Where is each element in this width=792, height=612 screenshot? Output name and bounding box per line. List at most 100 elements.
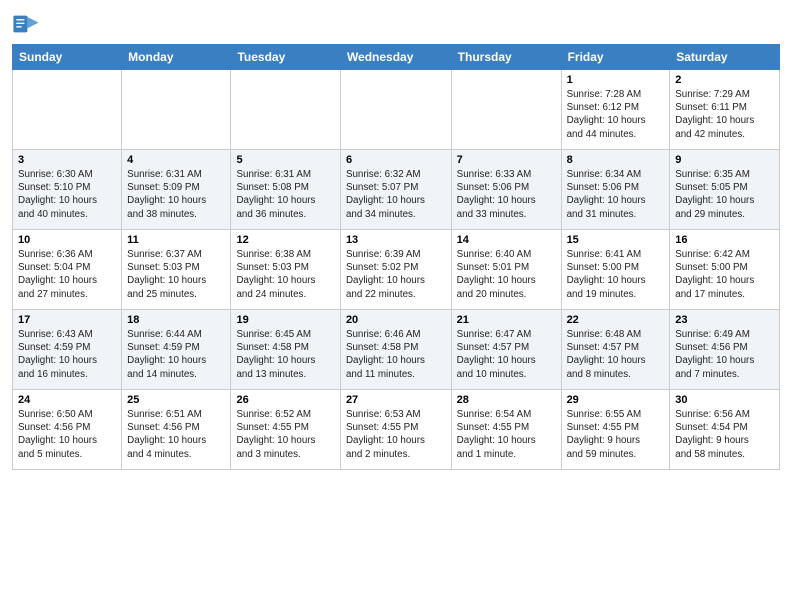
calendar-cell: 18 Sunrise: 6:44 AM Sunset: 4:59 PM Dayli… — [122, 310, 231, 390]
day-number: 19 — [236, 314, 334, 326]
day-info: Sunrise: 6:37 AM Sunset: 5:03 PM Dayligh… — [127, 248, 225, 301]
calendar-cell: 5 Sunrise: 6:31 AM Sunset: 5:08 PM Daylig… — [231, 150, 340, 230]
day-info: Sunrise: 6:35 AM Sunset: 5:05 PM Dayligh… — [675, 168, 774, 221]
calendar-cell: 23 Sunrise: 6:49 AM Sunset: 4:56 PM Dayli… — [670, 310, 780, 390]
day-number: 5 — [236, 154, 334, 166]
calendar-cell — [451, 70, 561, 150]
calendar-cell: 16 Sunrise: 6:42 AM Sunset: 5:00 PM Dayli… — [670, 230, 780, 310]
day-number: 10 — [18, 234, 116, 246]
calendar-cell: 28Sunrise: 6:54 AM Sunset: 4:55 PM Dayli… — [451, 390, 561, 470]
weekday-header: Saturday — [670, 45, 780, 70]
calendar-cell: 17Sunrise: 6:43 AM Sunset: 4:59 PM Dayli… — [13, 310, 122, 390]
calendar-cell: 14 Sunrise: 6:40 AM Sunset: 5:01 PM Dayli… — [451, 230, 561, 310]
calendar-cell: 19 Sunrise: 6:45 AM Sunset: 4:58 PM Dayli… — [231, 310, 340, 390]
calendar-cell: 2 Sunrise: 7:29 AM Sunset: 6:11 PM Daylig… — [670, 70, 780, 150]
logo — [12, 10, 44, 38]
day-number: 23 — [675, 314, 774, 326]
day-info: Sunrise: 7:29 AM Sunset: 6:11 PM Dayligh… — [675, 88, 774, 141]
calendar-week-row: 3 Sunrise: 6:30 AM Sunset: 5:10 PM Daylig… — [13, 150, 780, 230]
calendar-cell — [231, 70, 340, 150]
calendar-cell: 8 Sunrise: 6:34 AM Sunset: 5:06 PM Daylig… — [561, 150, 670, 230]
day-number: 7 — [457, 154, 556, 166]
calendar-cell: 22Sunrise: 6:48 AM Sunset: 4:57 PM Dayli… — [561, 310, 670, 390]
calendar-table: SundayMondayTuesdayWednesdayThursdayFrid… — [12, 44, 780, 470]
day-info: Sunrise: 6:44 AM Sunset: 4:59 PM Dayligh… — [127, 328, 225, 381]
day-number: 6 — [346, 154, 446, 166]
day-number: 26 — [236, 394, 334, 406]
day-number: 12 — [236, 234, 334, 246]
calendar-cell: 29Sunrise: 6:55 AM Sunset: 4:55 PM Dayli… — [561, 390, 670, 470]
calendar-cell: 9 Sunrise: 6:35 AM Sunset: 5:05 PM Daylig… — [670, 150, 780, 230]
day-number: 1 — [567, 74, 665, 86]
day-number: 15 — [567, 234, 665, 246]
day-info: Sunrise: 6:38 AM Sunset: 5:03 PM Dayligh… — [236, 248, 334, 301]
weekday-header: Friday — [561, 45, 670, 70]
calendar-cell: 24 Sunrise: 6:50 AM Sunset: 4:56 PM Dayli… — [13, 390, 122, 470]
calendar-cell: 11 Sunrise: 6:37 AM Sunset: 5:03 PM Dayli… — [122, 230, 231, 310]
header — [12, 10, 780, 38]
day-number: 2 — [675, 74, 774, 86]
day-info: Sunrise: 6:54 AM Sunset: 4:55 PM Dayligh… — [457, 408, 556, 461]
calendar-week-row: 17Sunrise: 6:43 AM Sunset: 4:59 PM Dayli… — [13, 310, 780, 390]
calendar-cell: 30 Sunrise: 6:56 AM Sunset: 4:54 PM Dayli… — [670, 390, 780, 470]
day-info: Sunrise: 6:33 AM Sunset: 5:06 PM Dayligh… — [457, 168, 556, 221]
calendar-cell: 10Sunrise: 6:36 AM Sunset: 5:04 PM Dayli… — [13, 230, 122, 310]
day-info: Sunrise: 6:30 AM Sunset: 5:10 PM Dayligh… — [18, 168, 116, 221]
day-number: 8 — [567, 154, 665, 166]
weekday-header: Tuesday — [231, 45, 340, 70]
calendar-cell: 13Sunrise: 6:39 AM Sunset: 5:02 PM Dayli… — [340, 230, 451, 310]
day-info: Sunrise: 6:50 AM Sunset: 4:56 PM Dayligh… — [18, 408, 116, 461]
weekday-header: Thursday — [451, 45, 561, 70]
calendar-week-row: 24 Sunrise: 6:50 AM Sunset: 4:56 PM Dayli… — [13, 390, 780, 470]
day-number: 24 — [18, 394, 116, 406]
day-info: Sunrise: 6:52 AM Sunset: 4:55 PM Dayligh… — [236, 408, 334, 461]
day-number: 30 — [675, 394, 774, 406]
calendar-cell: 1 Sunrise: 7:28 AM Sunset: 6:12 PM Daylig… — [561, 70, 670, 150]
calendar-cell — [122, 70, 231, 150]
calendar-cell: 15 Sunrise: 6:41 AM Sunset: 5:00 PM Dayli… — [561, 230, 670, 310]
day-info: Sunrise: 6:45 AM Sunset: 4:58 PM Dayligh… — [236, 328, 334, 381]
day-number: 18 — [127, 314, 225, 326]
calendar-cell: 12 Sunrise: 6:38 AM Sunset: 5:03 PM Dayli… — [231, 230, 340, 310]
day-number: 11 — [127, 234, 225, 246]
day-number: 3 — [18, 154, 116, 166]
day-info: Sunrise: 6:49 AM Sunset: 4:56 PM Dayligh… — [675, 328, 774, 381]
calendar-cell: 20 Sunrise: 6:46 AM Sunset: 4:58 PM Dayli… — [340, 310, 451, 390]
day-number: 16 — [675, 234, 774, 246]
calendar-cell: 27Sunrise: 6:53 AM Sunset: 4:55 PM Dayli… — [340, 390, 451, 470]
calendar-header-row: SundayMondayTuesdayWednesdayThursdayFrid… — [13, 45, 780, 70]
calendar-cell: 7 Sunrise: 6:33 AM Sunset: 5:06 PM Daylig… — [451, 150, 561, 230]
day-number: 13 — [346, 234, 446, 246]
calendar-cell: 3 Sunrise: 6:30 AM Sunset: 5:10 PM Daylig… — [13, 150, 122, 230]
calendar-week-row: 1 Sunrise: 7:28 AM Sunset: 6:12 PM Daylig… — [13, 70, 780, 150]
day-info: Sunrise: 6:41 AM Sunset: 5:00 PM Dayligh… — [567, 248, 665, 301]
day-info: Sunrise: 6:48 AM Sunset: 4:57 PM Dayligh… — [567, 328, 665, 381]
day-info: Sunrise: 6:40 AM Sunset: 5:01 PM Dayligh… — [457, 248, 556, 301]
calendar-cell: 4 Sunrise: 6:31 AM Sunset: 5:09 PM Daylig… — [122, 150, 231, 230]
day-info: Sunrise: 7:28 AM Sunset: 6:12 PM Dayligh… — [567, 88, 665, 141]
day-info: Sunrise: 6:51 AM Sunset: 4:56 PM Dayligh… — [127, 408, 225, 461]
calendar-week-row: 10Sunrise: 6:36 AM Sunset: 5:04 PM Dayli… — [13, 230, 780, 310]
day-info: Sunrise: 6:47 AM Sunset: 4:57 PM Dayligh… — [457, 328, 556, 381]
calendar-cell — [13, 70, 122, 150]
page-container: SundayMondayTuesdayWednesdayThursdayFrid… — [0, 0, 792, 480]
calendar-cell: 21 Sunrise: 6:47 AM Sunset: 4:57 PM Dayli… — [451, 310, 561, 390]
day-info: Sunrise: 6:31 AM Sunset: 5:09 PM Dayligh… — [127, 168, 225, 221]
calendar-cell — [340, 70, 451, 150]
day-info: Sunrise: 6:34 AM Sunset: 5:06 PM Dayligh… — [567, 168, 665, 221]
day-number: 25 — [127, 394, 225, 406]
day-number: 27 — [346, 394, 446, 406]
day-number: 9 — [675, 154, 774, 166]
calendar-cell: 26 Sunrise: 6:52 AM Sunset: 4:55 PM Dayli… — [231, 390, 340, 470]
day-number: 14 — [457, 234, 556, 246]
day-info: Sunrise: 6:32 AM Sunset: 5:07 PM Dayligh… — [346, 168, 446, 221]
weekday-header: Monday — [122, 45, 231, 70]
day-number: 20 — [346, 314, 446, 326]
day-info: Sunrise: 6:56 AM Sunset: 4:54 PM Dayligh… — [675, 408, 774, 461]
day-info: Sunrise: 6:42 AM Sunset: 5:00 PM Dayligh… — [675, 248, 774, 301]
day-info: Sunrise: 6:31 AM Sunset: 5:08 PM Dayligh… — [236, 168, 334, 221]
day-info: Sunrise: 6:55 AM Sunset: 4:55 PM Dayligh… — [567, 408, 665, 461]
day-info: Sunrise: 6:46 AM Sunset: 4:58 PM Dayligh… — [346, 328, 446, 381]
day-number: 4 — [127, 154, 225, 166]
day-number: 21 — [457, 314, 556, 326]
